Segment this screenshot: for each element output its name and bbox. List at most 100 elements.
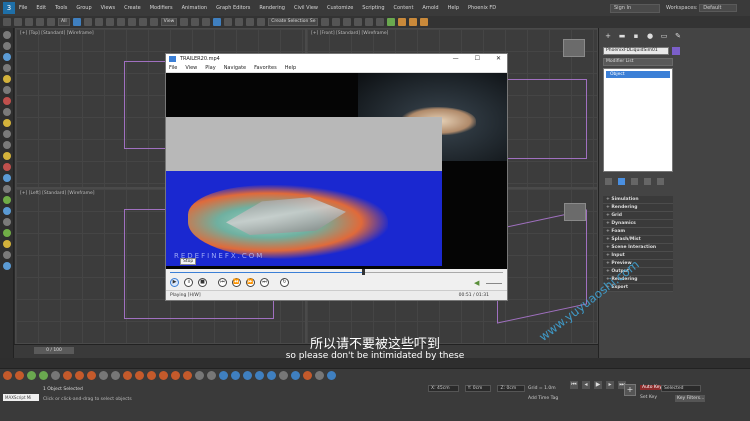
layer-explorer-icon[interactable] xyxy=(343,18,352,26)
menu-arnold[interactable]: Arnold xyxy=(422,5,438,11)
volume-slider[interactable] xyxy=(486,283,502,284)
refresh-icon[interactable] xyxy=(39,371,48,380)
smoke-icon[interactable] xyxy=(3,163,11,171)
pivot-icon[interactable] xyxy=(180,18,189,26)
player-title-bar[interactable]: TRAILER20.mp4 — ☐ ✕ xyxy=(166,54,507,64)
smoke-source-icon[interactable] xyxy=(15,371,24,380)
create-tab-icon[interactable]: + xyxy=(603,32,613,40)
reference-coordinate-dropdown[interactable]: View xyxy=(160,18,178,26)
key-filters-button[interactable]: Key Filters... xyxy=(675,395,705,402)
workspaces-selector[interactable]: Workspaces: Default xyxy=(666,4,746,13)
folder-icon[interactable] xyxy=(3,119,11,127)
rollout-dynamics[interactable]: Dynamics xyxy=(603,220,673,228)
menu-scripting[interactable]: Scripting xyxy=(362,5,384,11)
player-menu-view[interactable]: View xyxy=(185,64,197,72)
key-selection-dropdown[interactable]: Selected xyxy=(661,385,701,392)
rewind-button[interactable]: ⏪ xyxy=(232,278,241,287)
align-icon[interactable] xyxy=(332,18,341,26)
menu-edit[interactable]: Edit xyxy=(36,5,46,11)
close-icon[interactable]: ✕ xyxy=(496,54,501,64)
rollout-foam[interactable]: Foam xyxy=(603,228,673,236)
pause-button[interactable]: ॥ xyxy=(184,278,193,287)
maximize-icon[interactable]: ☐ xyxy=(475,54,480,64)
flame-preset-icon[interactable] xyxy=(75,371,84,380)
menu-civil-view[interactable]: Civil View xyxy=(294,5,318,11)
pour-preset-icon[interactable] xyxy=(267,371,276,380)
menu-content[interactable]: Content xyxy=(394,5,414,11)
eye-icon[interactable] xyxy=(3,251,11,259)
volume-icon[interactable]: ◀ xyxy=(474,279,482,287)
sign-in-button[interactable]: Sign In xyxy=(610,4,660,13)
x-coordinate-field[interactable]: X: 45cm xyxy=(428,385,459,392)
fuel-preset-icon[interactable] xyxy=(183,371,192,380)
stop-button[interactable]: ■ xyxy=(198,278,207,287)
fire-icon[interactable] xyxy=(3,97,11,105)
menu-modifiers[interactable]: Modifiers xyxy=(150,5,173,11)
viewport-label-front[interactable]: [+] [Front] [Standard] [Wireframe] xyxy=(311,31,388,36)
gear-icon[interactable] xyxy=(3,218,11,226)
z-coordinate-field[interactable]: Z: 0cm xyxy=(497,385,526,392)
material-editor-icon[interactable] xyxy=(387,18,396,26)
menu-views[interactable]: Views xyxy=(101,5,115,11)
grid-sim-icon[interactable] xyxy=(51,371,60,380)
mirror-icon[interactable] xyxy=(321,18,330,26)
remove-modifier-icon[interactable] xyxy=(644,178,651,185)
player-menu-favorites[interactable]: Favorites xyxy=(254,64,277,72)
spinner-snap-icon[interactable] xyxy=(246,18,255,26)
wave-preset-icon[interactable] xyxy=(279,371,288,380)
rollout-input[interactable]: Input xyxy=(603,252,673,260)
menu-group[interactable]: Group xyxy=(76,5,91,11)
named-selection-dropdown[interactable]: Create Selection Se xyxy=(268,18,319,26)
fire-preset-icon[interactable] xyxy=(63,371,72,380)
disc-icon[interactable] xyxy=(3,141,11,149)
window-crossing-icon[interactable] xyxy=(105,18,114,26)
place-icon[interactable] xyxy=(149,18,158,26)
player-menu-file[interactable]: File xyxy=(169,64,177,72)
rollout-splash-mist[interactable]: Splash/Mist xyxy=(603,236,673,244)
set-key-icon[interactable]: + xyxy=(624,384,636,396)
menu-customize[interactable]: Customize xyxy=(327,5,353,11)
rotate-icon[interactable] xyxy=(127,18,136,26)
liquid-icon[interactable] xyxy=(3,174,11,182)
rollout-rendering[interactable]: Rendering xyxy=(603,204,673,212)
splash-preset-icon[interactable] xyxy=(243,371,252,380)
play-animation-button[interactable]: ▶ xyxy=(594,381,602,389)
heat-preset-icon[interactable] xyxy=(135,371,144,380)
player-menu-navigate[interactable]: Navigate xyxy=(224,64,246,72)
drip-preset-icon[interactable] xyxy=(291,371,300,380)
sun-icon[interactable] xyxy=(3,240,11,248)
move-icon[interactable] xyxy=(116,18,125,26)
player-menu-help[interactable]: Help xyxy=(285,64,296,72)
link-icon[interactable] xyxy=(25,18,33,26)
menu-rendering[interactable]: Rendering xyxy=(259,5,285,11)
rendered-frame-window-icon[interactable] xyxy=(409,18,418,26)
fire-source-icon[interactable] xyxy=(3,371,12,380)
rectangle-selection-icon[interactable] xyxy=(94,18,103,26)
player-menu-play[interactable]: Play xyxy=(205,64,215,72)
schematic-view-icon[interactable] xyxy=(376,18,385,26)
video-frame[interactable]: REDEFINEFX.COM Stop xyxy=(166,73,507,269)
selection-filter-dropdown[interactable]: All xyxy=(58,18,70,26)
bind-space-warp-icon[interactable] xyxy=(47,18,55,26)
next-frame-button[interactable]: ▸ xyxy=(606,381,614,389)
snaps-toggle-icon[interactable] xyxy=(213,18,222,26)
burn-preset-icon[interactable] xyxy=(147,371,156,380)
render-production-icon[interactable] xyxy=(420,18,429,26)
percent-snap-icon[interactable] xyxy=(235,18,244,26)
ribbon-icon[interactable] xyxy=(354,18,363,26)
scale-icon[interactable] xyxy=(138,18,147,26)
menu-create[interactable]: Create xyxy=(124,5,141,11)
modify-tab-icon[interactable]: ▬ xyxy=(617,32,627,40)
previous-frame-button[interactable]: ◂ xyxy=(582,381,590,389)
workspaces-value[interactable]: Default xyxy=(699,4,737,12)
rollout-grid[interactable]: Grid xyxy=(603,212,673,220)
object-color-swatch[interactable] xyxy=(672,47,680,55)
explorer-icon[interactable] xyxy=(27,371,36,380)
layout-icon[interactable] xyxy=(3,262,11,270)
camera-icon[interactable] xyxy=(3,86,11,94)
plant-icon[interactable] xyxy=(3,229,11,237)
maxscript-listener-field[interactable]: MAXScript Mi xyxy=(3,394,39,401)
redo-icon[interactable] xyxy=(14,18,22,26)
teapot-icon[interactable] xyxy=(3,64,11,72)
torch-preset-icon[interactable] xyxy=(159,371,168,380)
